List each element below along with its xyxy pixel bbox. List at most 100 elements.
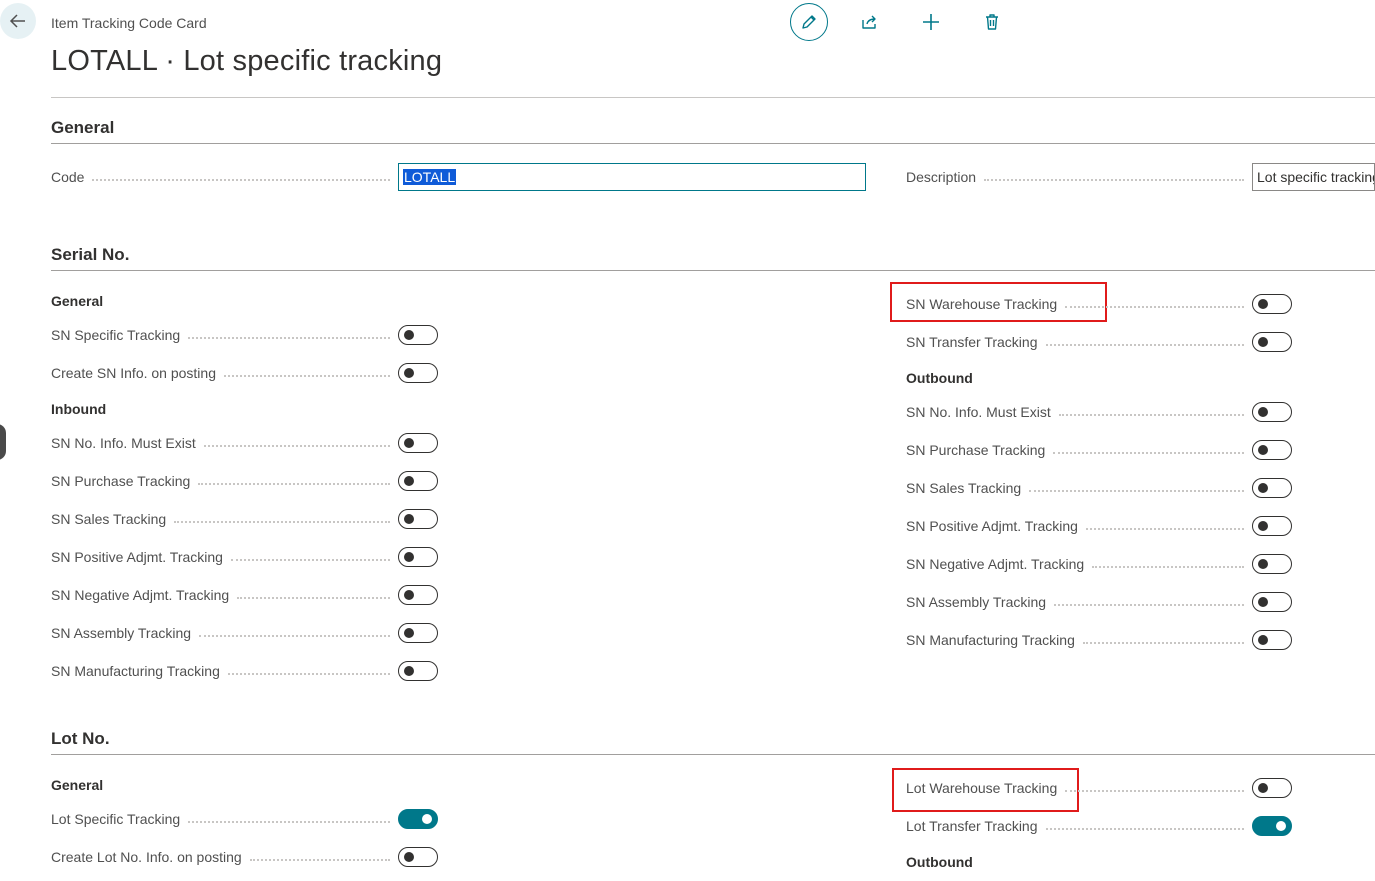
serial-inbound-sn-manufacturing-tracking-label: SN Manufacturing Tracking — [51, 663, 220, 679]
serial-inbound-sn-purchase-tracking-label: SN Purchase Tracking — [51, 473, 191, 489]
serial-outbound-sn-positive-adjmt-tracking-label: SN Positive Adjmt. Tracking — [906, 518, 1078, 534]
section-general[interactable]: General — [51, 118, 1375, 144]
serial-outbound-sn-purchase-tracking-label: SN Purchase Tracking — [906, 442, 1046, 458]
edit-button[interactable] — [790, 3, 828, 41]
leader-dots — [1045, 343, 1244, 346]
leader-dots — [1065, 789, 1244, 792]
serial-outbound-sn-positive-adjmt-tracking-toggle[interactable] — [1252, 516, 1292, 536]
page-title: LOTALL · Lot specific tracking — [51, 45, 443, 77]
serial-inbound-sn-sales-tracking-toggle[interactable] — [398, 509, 438, 529]
section-lot-rule — [51, 754, 1375, 755]
serial-sn-warehouse-tracking-label: SN Warehouse Tracking — [906, 296, 1058, 312]
leader-dots — [1054, 603, 1244, 606]
serial-inbound-sn-manufacturing-tracking-row: SN Manufacturing Tracking — [51, 659, 438, 683]
toggle-knob — [404, 628, 414, 638]
serial-general-subhead: General — [51, 293, 104, 309]
serial-inbound-sn-purchase-tracking-row: SN Purchase Tracking — [51, 469, 438, 493]
serial-sn-warehouse-tracking-toggle[interactable] — [1252, 294, 1292, 314]
serial-sn-transfer-tracking-toggle[interactable] — [1252, 332, 1292, 352]
lot-lot-warehouse-tracking-toggle[interactable] — [1252, 778, 1292, 798]
serial-outbound-sn-sales-tracking-toggle[interactable] — [1252, 478, 1292, 498]
breadcrumb[interactable]: Item Tracking Code Card — [51, 15, 207, 31]
serial-outbound-sn-no-info-must-exist-row: SN No. Info. Must Exist — [906, 400, 1292, 424]
serial-create-sn-info-on-posting-toggle[interactable] — [398, 363, 438, 383]
serial-outbound-sn-purchase-tracking-toggle[interactable] — [1252, 440, 1292, 460]
description-value: Lot specific tracking — [1257, 169, 1375, 185]
serial-outbound-sn-negative-adjmt-tracking-toggle[interactable] — [1252, 554, 1292, 574]
serial-outbound-sn-no-info-must-exist-toggle[interactable] — [1252, 402, 1292, 422]
toggle-knob — [1258, 521, 1268, 531]
serial-inbound-sn-negative-adjmt-tracking-label: SN Negative Adjmt. Tracking — [51, 587, 230, 603]
code-input[interactable]: LOTALL — [398, 163, 866, 191]
leader-dots — [188, 336, 390, 339]
description-input[interactable]: Lot specific tracking — [1252, 163, 1375, 191]
back-button[interactable] — [0, 3, 36, 39]
serial-inbound-sn-negative-adjmt-tracking-toggle[interactable] — [398, 585, 438, 605]
lot-general-subhead: General — [51, 777, 104, 793]
leader-dots — [198, 482, 390, 485]
leader-dots — [237, 596, 390, 599]
leader-dots — [227, 672, 390, 675]
add-icon — [923, 14, 939, 30]
section-lot-title: Lot No. — [51, 729, 110, 748]
toggle-knob — [404, 368, 414, 378]
serial-outbound-sn-manufacturing-tracking-row: SN Manufacturing Tracking — [906, 628, 1292, 652]
serial-sn-specific-tracking-toggle[interactable] — [398, 325, 438, 345]
share-button[interactable] — [851, 3, 889, 41]
item-tracking-code-card-page: Item Tracking Code Card LOTALL · Lot spe… — [0, 0, 1375, 881]
serial-create-sn-info-on-posting-label: Create SN Info. on posting — [51, 365, 216, 381]
section-serial-no[interactable]: Serial No. — [51, 245, 1375, 271]
leader-dots — [1029, 489, 1244, 492]
lot-create-lot-no-info-on-posting-row: Create Lot No. Info. on posting — [51, 845, 438, 869]
lot-lot-transfer-tracking-toggle[interactable] — [1252, 816, 1292, 836]
leader-dots — [203, 444, 390, 447]
delete-button[interactable] — [973, 3, 1011, 41]
lot-create-lot-no-info-on-posting-toggle[interactable] — [398, 847, 438, 867]
lot-lot-warehouse-tracking-label: Lot Warehouse Tracking — [906, 780, 1058, 796]
serial-inbound-sn-purchase-tracking-toggle[interactable] — [398, 471, 438, 491]
serial-inbound-sn-no-info-must-exist-label: SN No. Info. Must Exist — [51, 435, 196, 451]
toggle-knob — [404, 514, 414, 524]
delete-icon — [986, 14, 998, 30]
serial-inbound-sn-positive-adjmt-tracking-toggle[interactable] — [398, 547, 438, 567]
lot-lot-specific-tracking-row: Lot Specific Tracking — [51, 807, 438, 831]
serial-inbound-sn-no-info-must-exist-toggle[interactable] — [398, 433, 438, 453]
title-divider — [51, 97, 1375, 98]
lot-lot-specific-tracking-toggle[interactable] — [398, 809, 438, 829]
code-label: Code — [51, 169, 85, 185]
leader-dots — [1085, 527, 1244, 530]
toggle-knob — [404, 476, 414, 486]
leader-dots — [984, 178, 1244, 181]
serial-inbound-subhead: Inbound — [51, 401, 107, 417]
lot-lot-transfer-tracking-label: Lot Transfer Tracking — [906, 818, 1038, 834]
add-button[interactable] — [912, 3, 950, 41]
leader-dots — [1092, 565, 1244, 568]
serial-inbound-sn-assembly-tracking-row: SN Assembly Tracking — [51, 621, 438, 645]
serial-outbound-sn-assembly-tracking-toggle[interactable] — [1252, 592, 1292, 612]
serial-inbound-sn-assembly-tracking-toggle[interactable] — [398, 623, 438, 643]
toggle-knob — [404, 852, 414, 862]
leader-dots — [1058, 413, 1244, 416]
code-field-row: Code LOTALL — [51, 163, 866, 191]
description-field-row: Description Lot specific tracking — [906, 163, 1375, 191]
serial-outbound-sn-manufacturing-tracking-toggle[interactable] — [1252, 630, 1292, 650]
toggle-knob — [404, 552, 414, 562]
section-lot-no[interactable]: Lot No. — [51, 729, 1375, 755]
toggle-knob — [404, 666, 414, 676]
serial-inbound-sn-positive-adjmt-tracking-label: SN Positive Adjmt. Tracking — [51, 549, 223, 565]
back-arrow-icon — [9, 14, 25, 28]
serial-outbound-sn-purchase-tracking-row: SN Purchase Tracking — [906, 438, 1292, 462]
serial-inbound-sn-manufacturing-tracking-toggle[interactable] — [398, 661, 438, 681]
serial-sn-specific-tracking-row: SN Specific Tracking — [51, 323, 438, 347]
serial-outbound-sn-positive-adjmt-tracking-row: SN Positive Adjmt. Tracking — [906, 514, 1292, 538]
side-panel-handle[interactable] — [0, 424, 6, 460]
serial-outbound-sn-negative-adjmt-tracking-row: SN Negative Adjmt. Tracking — [906, 552, 1292, 576]
toggle-knob — [1258, 635, 1268, 645]
toggle-knob — [1258, 299, 1268, 309]
serial-outbound-sn-manufacturing-tracking-label: SN Manufacturing Tracking — [906, 632, 1075, 648]
edit-icon — [802, 15, 816, 29]
leader-dots — [1053, 451, 1244, 454]
serial-create-sn-info-on-posting-row: Create SN Info. on posting — [51, 361, 438, 385]
lot-outbound-subhead: Outbound — [906, 854, 973, 870]
serial-outbound-subhead: Outbound — [906, 370, 973, 386]
